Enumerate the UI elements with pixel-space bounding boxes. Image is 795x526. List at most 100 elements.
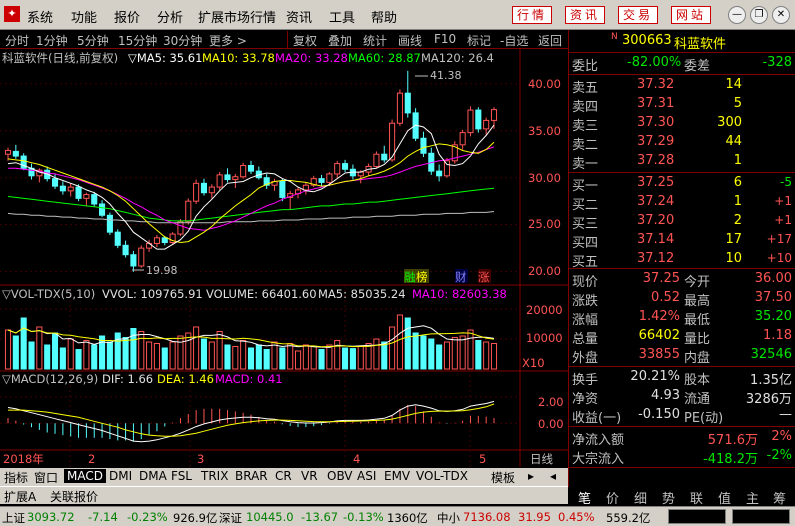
close-icon[interactable]: ✕ [772, 6, 790, 24]
tab-indicator[interactable]: 指标 [4, 469, 28, 486]
adjust-button[interactable]: 复权 [293, 32, 317, 49]
fund-row[interactable]: 收益(一) -0.150 PE(动) — [569, 406, 795, 426]
candle-body [224, 174, 231, 181]
bid-row[interactable]: 买一 37.25 6 -5 [569, 174, 795, 194]
menu-extended-market[interactable]: 扩展市场行情 [198, 7, 276, 26]
ask-row[interactable]: 卖四 37.31 5 [569, 95, 795, 115]
minimize-icon[interactable]: — [728, 6, 746, 24]
tab-vol-tdx[interactable]: VOL-TDX [416, 469, 468, 483]
tab-brar[interactable]: BRAR [235, 469, 268, 483]
stat-label: 外盘 [572, 351, 599, 366]
tab-related[interactable]: 联 [690, 488, 703, 507]
flow-label: 净流入额 [572, 433, 625, 448]
tab-emv[interactable]: EMV [384, 469, 410, 483]
back-button[interactable]: 返回 [538, 32, 562, 49]
volume-bar [4, 329, 12, 370]
menu-function[interactable]: 功能 [71, 7, 97, 26]
period-label[interactable]: 日线 [530, 452, 553, 466]
menu-system[interactable]: 系统 [27, 7, 53, 26]
volume-bar [44, 344, 51, 370]
tab-dmi[interactable]: DMI [109, 469, 132, 483]
tab-value[interactable]: 值 [718, 488, 731, 507]
x-label-mar: 3 [197, 452, 204, 466]
volume-bar [51, 332, 59, 370]
tab-price[interactable]: 价 [606, 488, 619, 507]
menu-help[interactable]: 帮助 [371, 7, 397, 26]
tab-fsl[interactable]: FSL [171, 469, 192, 483]
period-intraday[interactable]: 分时 [5, 32, 29, 49]
tab-scroll-right-icon[interactable]: ▸ [528, 469, 534, 483]
menu-quote[interactable]: 报价 [114, 7, 140, 26]
candle-body [200, 182, 208, 194]
menu-news[interactable]: 资讯 [286, 7, 312, 26]
tab-window[interactable]: 窗口 [34, 469, 58, 486]
period-30min[interactable]: 30分钟 [163, 32, 202, 49]
tab-dma[interactable]: DMA [139, 469, 167, 483]
volume-bar [420, 335, 427, 370]
period-more[interactable]: 更多 > [209, 32, 247, 49]
f10-button[interactable]: F10 [434, 32, 456, 46]
tab-tick[interactable]: 笔 [578, 488, 591, 507]
tab-vr[interactable]: VR [301, 469, 318, 483]
flow-row[interactable]: 净流入额 571.6万 2% [569, 428, 795, 448]
bid-row[interactable]: 买五 37.12 10 +10 [569, 250, 795, 270]
tab-obv[interactable]: OBV [327, 469, 353, 483]
mark-button[interactable]: 标记 [467, 32, 491, 49]
tab-trix[interactable]: TRIX [201, 469, 228, 483]
fund-row[interactable]: 净资 4.93 流通 3286万 [569, 387, 795, 407]
ask-row[interactable]: 卖一 37.28 1 [569, 152, 795, 172]
restore-icon[interactable]: ❐ [750, 6, 768, 24]
trade-button[interactable]: 交易 [618, 6, 659, 24]
stat-value: 1.42% [638, 309, 680, 324]
period-5min[interactable]: 5分钟 [77, 32, 109, 49]
stat-row[interactable]: 外盘 33855 内盘 32546 [569, 346, 795, 366]
market-breadth-icon [668, 509, 726, 524]
bid-change: +1 [774, 194, 792, 208]
ask-row[interactable]: 卖二 37.29 44 [569, 133, 795, 153]
candle-body [99, 203, 106, 216]
flow-label: 大宗流入 [572, 452, 625, 467]
bid-row[interactable]: 买三 37.20 2 +1 [569, 212, 795, 232]
period-1min[interactable]: 1分钟 [36, 32, 68, 49]
tab-extended-a[interactable]: 扩展A [4, 488, 36, 505]
tab-cr[interactable]: CR [275, 469, 292, 483]
volume-bar [161, 347, 168, 370]
tab-asi[interactable]: ASI [357, 469, 376, 483]
tab-main[interactable]: 主 [746, 488, 759, 507]
draw-line-button[interactable]: 画线 [398, 32, 422, 49]
kline-chart[interactable]: 科蓝软件(日线,前复权) ▽MA5: 35.61 MA10: 33.78 MA2… [0, 49, 568, 468]
ask-row[interactable]: 卖三 37.30 300 [569, 114, 795, 134]
app-logo-icon: ✦ [4, 6, 20, 22]
volume-bar [349, 348, 356, 370]
menu-tools[interactable]: 工具 [329, 7, 355, 26]
bid-label: 买四 [572, 236, 599, 251]
stat-row[interactable]: 涨跌 0.52 最高 37.50 [569, 289, 795, 309]
bid-row[interactable]: 买二 37.24 1 +1 [569, 193, 795, 213]
tab-template[interactable]: 模板 [491, 469, 515, 486]
tab-related-quotes[interactable]: 关联报价 [50, 488, 98, 505]
market-button[interactable]: 行情 [512, 6, 553, 24]
stat-row[interactable]: 现价 37.25 今开 36.00 [569, 270, 795, 290]
x-label-apr: 4 [353, 452, 360, 466]
statistics-button[interactable]: 统计 [363, 32, 387, 49]
tab-detail[interactable]: 细 [634, 488, 647, 507]
tab-scroll-left-icon[interactable]: ◂ [550, 469, 556, 483]
stat-row[interactable]: 涨幅 1.42% 最低 35.20 [569, 308, 795, 328]
fund-row[interactable]: 换手 20.21% 股本 1.35亿 [569, 368, 795, 388]
menu-analysis[interactable]: 分析 [157, 7, 183, 26]
info-button[interactable]: 资讯 [565, 6, 606, 24]
ask-row[interactable]: 卖五 37.32 14 [569, 76, 795, 96]
website-button[interactable]: 网站 [671, 6, 712, 24]
overlay-button[interactable]: 叠加 [328, 32, 352, 49]
fund-value: — [779, 407, 792, 422]
bid-row[interactable]: 买四 37.14 17 +17 [569, 231, 795, 251]
tab-chips[interactable]: 筹 [773, 488, 786, 507]
period-15min[interactable]: 15分钟 [118, 32, 157, 49]
tab-trend[interactable]: 势 [662, 488, 675, 507]
bid-change: +1 [774, 213, 792, 227]
volume-bar [451, 337, 458, 370]
remove-watchlist-button[interactable]: -自选 [500, 32, 528, 49]
stat-row[interactable]: 总量 66402 量比 1.18 [569, 327, 795, 347]
flow-row[interactable]: 大宗流入 -418.2万 -2% [569, 447, 795, 467]
tab-macd[interactable]: MACD [64, 469, 106, 483]
